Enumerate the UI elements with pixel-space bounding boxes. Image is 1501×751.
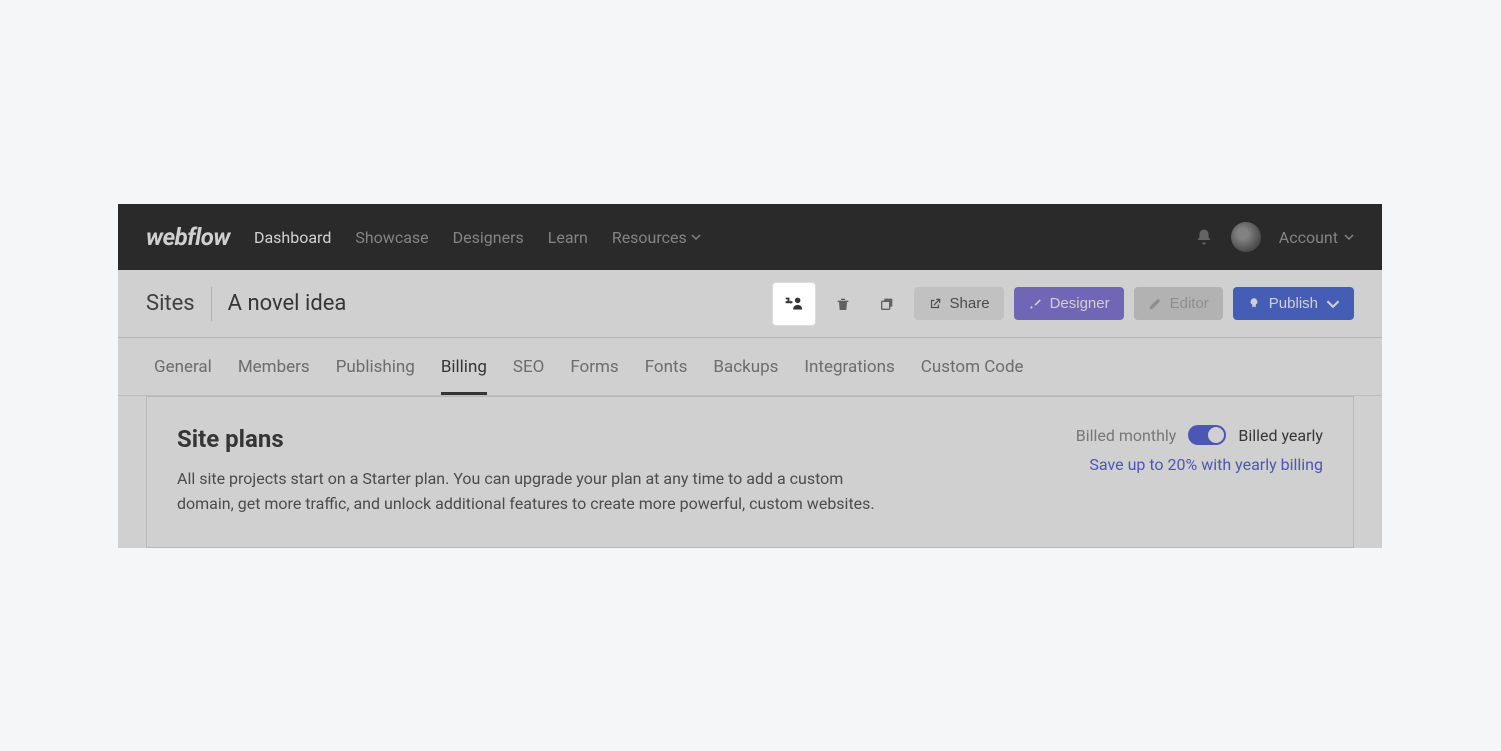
breadcrumb-sites[interactable]: Sites (146, 291, 195, 316)
share-icon (928, 297, 942, 311)
publish-button[interactable]: Publish (1233, 287, 1354, 320)
billing-period-toggle-row: Billed monthly Billed yearly (1076, 425, 1323, 445)
chevron-down-icon (691, 232, 701, 242)
nav-resources[interactable]: Resources (612, 228, 701, 247)
nav-dashboard[interactable]: Dashboard (254, 228, 331, 247)
notifications-bell-icon[interactable] (1195, 228, 1213, 246)
nav-links: Dashboard Showcase Designers Learn Resou… (254, 228, 701, 247)
top-nav: webflow Dashboard Showcase Designers Lea… (118, 204, 1382, 270)
breadcrumb-divider (211, 287, 212, 321)
transfer-person-icon (783, 293, 805, 315)
settings-tabs: General Members Publishing Billing SEO F… (118, 338, 1382, 396)
share-label: Share (950, 295, 990, 312)
billed-monthly-label: Billed monthly (1076, 426, 1177, 445)
transfer-site-button[interactable] (772, 282, 816, 326)
tab-members[interactable]: Members (238, 338, 310, 395)
billed-yearly-label: Billed yearly (1238, 426, 1323, 445)
editor-button: Editor (1134, 287, 1223, 320)
rocket-icon (1247, 297, 1261, 311)
share-button[interactable]: Share (914, 287, 1004, 320)
tab-general[interactable]: General (154, 338, 212, 395)
editor-label: Editor (1170, 295, 1209, 312)
pencil-icon (1148, 297, 1162, 311)
panel-description: All site projects start on a Starter pla… (177, 467, 877, 517)
panel-title: Site plans (177, 425, 877, 453)
billing-period-toggle[interactable] (1188, 425, 1226, 445)
trash-icon (835, 296, 851, 312)
account-label: Account (1279, 228, 1338, 247)
nav-showcase[interactable]: Showcase (355, 228, 428, 247)
nav-learn[interactable]: Learn (548, 228, 588, 247)
tab-fonts[interactable]: Fonts (645, 338, 688, 395)
delete-site-button[interactable] (826, 287, 860, 321)
tab-publishing[interactable]: Publishing (336, 338, 415, 395)
webflow-settings-screenshot: webflow Dashboard Showcase Designers Lea… (118, 204, 1382, 548)
nav-designers[interactable]: Designers (453, 228, 524, 247)
webflow-logo[interactable]: webflow (146, 223, 230, 251)
tab-integrations[interactable]: Integrations (804, 338, 894, 395)
tab-billing[interactable]: Billing (441, 338, 487, 395)
tab-forms[interactable]: Forms (570, 338, 618, 395)
panel-wrap: Site plans All site projects start on a … (118, 396, 1382, 548)
duplicate-site-button[interactable] (870, 287, 904, 321)
account-menu[interactable]: Account (1279, 228, 1354, 247)
subheader-actions: Share Designer Editor Publish (772, 282, 1354, 326)
chevron-down-icon (1326, 297, 1340, 311)
designer-label: Designer (1050, 295, 1110, 312)
panel-right: Billed monthly Billed yearly Save up to … (1076, 425, 1323, 474)
tab-seo[interactable]: SEO (513, 338, 544, 395)
site-plans-panel: Site plans All site projects start on a … (146, 396, 1354, 548)
nav-right: Account (1195, 222, 1354, 252)
tab-backups[interactable]: Backups (713, 338, 778, 395)
yearly-savings-link[interactable]: Save up to 20% with yearly billing (1076, 455, 1323, 474)
breadcrumb-site-title: A novel idea (228, 291, 347, 316)
chevron-down-icon (1344, 232, 1354, 242)
user-avatar[interactable] (1231, 222, 1261, 252)
duplicate-icon (879, 296, 895, 312)
designer-button[interactable]: Designer (1014, 287, 1124, 320)
tab-custom-code[interactable]: Custom Code (921, 338, 1024, 395)
subheader: Sites A novel idea (118, 270, 1382, 338)
toggle-knob (1208, 427, 1224, 443)
brush-icon (1028, 297, 1042, 311)
publish-label: Publish (1269, 295, 1318, 312)
nav-resources-label: Resources (612, 228, 687, 247)
panel-left: Site plans All site projects start on a … (177, 425, 877, 517)
